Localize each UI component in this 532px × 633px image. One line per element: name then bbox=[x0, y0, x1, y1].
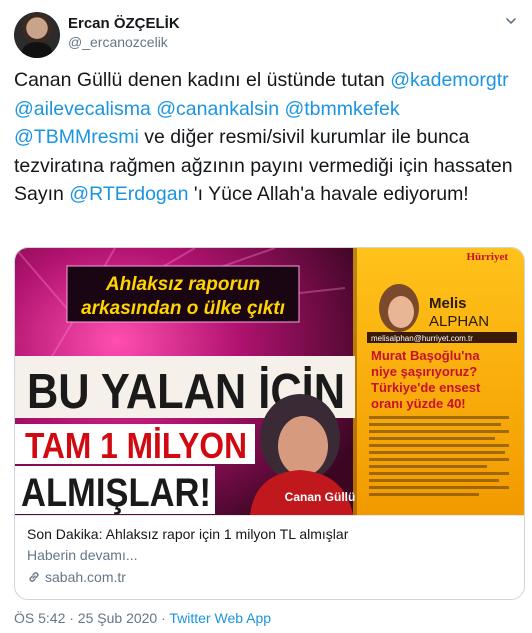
column-question-2: niye şaşırıyoruz? bbox=[371, 364, 477, 379]
mention-link[interactable]: @TBMMresmi bbox=[14, 126, 139, 148]
tweet-source-app[interactable]: Twitter Web App bbox=[169, 610, 271, 626]
headline-2: TAM 1 MİLYON bbox=[25, 425, 247, 466]
news-collage-image: Ahlaksız raporun arkasından o ülke çıktı… bbox=[15, 248, 524, 515]
columnist-photo bbox=[379, 284, 419, 332]
card-body[interactable]: Son Dakika: Ahlaksız rapor için 1 milyon… bbox=[15, 515, 524, 599]
person-caption: Canan Güllü bbox=[285, 490, 356, 504]
card-image[interactable]: Ahlaksız raporun arkasından o ülke çıktı… bbox=[15, 248, 524, 515]
columnist-email: melisalphan@hurriyet.com.tr bbox=[371, 334, 473, 343]
columnist-first-name: Melis bbox=[429, 295, 467, 312]
mention-link[interactable]: @kademorgtr bbox=[390, 69, 508, 91]
link-icon bbox=[29, 572, 39, 582]
mention-link[interactable]: @ailevecalisma bbox=[14, 98, 151, 120]
author-display-name[interactable]: Ercan ÖZÇELİK bbox=[68, 15, 180, 32]
headline-3: ALMIŞLAR! bbox=[21, 471, 211, 515]
newspaper-logo: Hürriyet bbox=[466, 251, 508, 263]
tweet-text: Canan Güllü denen kadını el üstünde tuta… bbox=[14, 66, 519, 209]
mention-link[interactable]: @RTErdogan bbox=[69, 183, 188, 205]
column-question-3: Türkiye'de ensest bbox=[371, 380, 481, 395]
column-question-1: Murat Başoğlu'na bbox=[371, 348, 480, 363]
card-domain: sabah.com.tr bbox=[27, 569, 126, 585]
column-question-4: oranı yüzde 40! bbox=[371, 396, 466, 411]
card-domain-text: sabah.com.tr bbox=[45, 569, 126, 585]
tweet-timestamp[interactable]: ÖS 5:42 · 25 Şub 2020 · bbox=[14, 610, 169, 626]
mention-link[interactable]: @canankalsin bbox=[156, 98, 279, 120]
mention-link[interactable]: @tbmmkefek bbox=[284, 98, 399, 120]
columnist-last-name: ALPHAN bbox=[429, 313, 489, 330]
card-description: Haberin devamı... bbox=[27, 547, 138, 563]
tweet-footer: ÖS 5:42 · 25 Şub 2020 · Twitter Web App bbox=[14, 610, 271, 626]
banner-line-2: arkasından o ülke çıktı bbox=[81, 298, 285, 319]
banner-box: Ahlaksız raporun arkasından o ülke çıktı bbox=[66, 265, 300, 323]
tweet-text-part: 'ı Yüce Allah'a havale ediyorum! bbox=[188, 183, 469, 205]
chevron-down-icon[interactable] bbox=[506, 16, 516, 26]
author-handle[interactable]: @_ercanozcelik bbox=[68, 34, 168, 50]
card-title[interactable]: Son Dakika: Ahlaksız rapor için 1 milyon… bbox=[27, 526, 348, 542]
banner-line-1: Ahlaksız raporun bbox=[105, 274, 260, 295]
tweet-text-part: Canan Güllü denen kadını el üstünde tuta… bbox=[14, 69, 385, 91]
avatar[interactable] bbox=[14, 12, 60, 58]
link-card[interactable]: Ahlaksız raporun arkasından o ülke çıktı… bbox=[14, 247, 525, 600]
